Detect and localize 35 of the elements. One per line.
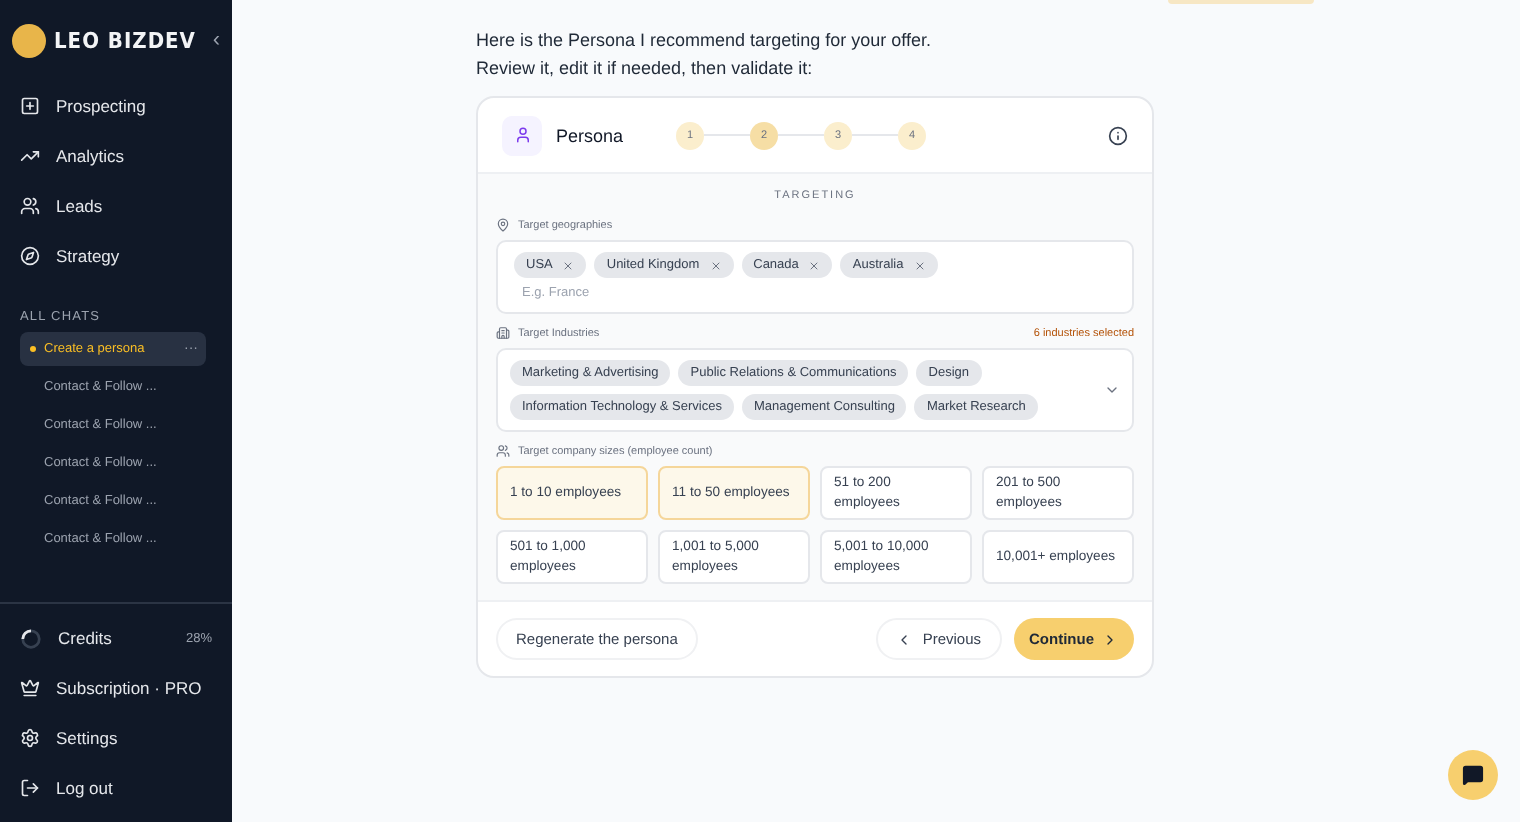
crown-icon <box>20 678 40 698</box>
nav-item[interactable]: Strategy <box>0 234 232 278</box>
compass-icon <box>20 246 40 266</box>
chat-button[interactable] <box>1448 750 1498 800</box>
avatar <box>12 23 46 57</box>
logout-icon <box>20 778 40 798</box>
building-icon <box>496 326 510 340</box>
pin-icon <box>496 218 510 232</box>
settings-icon <box>20 728 40 748</box>
users-icon <box>496 444 510 458</box>
nav-item[interactable]: Leads <box>0 184 232 228</box>
remove-icon[interactable] <box>562 259 575 271</box>
info-icon[interactable] <box>1108 125 1128 145</box>
message-text: Here is the Persona I recommend targeting for your offer. <box>476 28 931 54</box>
remove-icon[interactable] <box>709 259 722 271</box>
nav-item[interactable]: Log out <box>0 766 232 810</box>
message-text: Review it, edit it if needed, then validate it: <box>476 56 813 82</box>
chat-icon <box>1462 764 1484 786</box>
card-title: Persona <box>556 125 626 145</box>
nav-item[interactable]: Subscription · PRO <box>0 666 232 710</box>
collapse-button[interactable]: ‹ <box>212 28 220 52</box>
active-dot <box>30 346 36 352</box>
trend-icon <box>20 146 40 166</box>
nav-item[interactable]: Prospecting <box>0 84 232 128</box>
remove-icon[interactable] <box>913 259 926 271</box>
remove-icon[interactable] <box>808 259 821 271</box>
chevron-right-icon <box>1102 631 1118 647</box>
ring-icon <box>20 627 42 649</box>
plus-square-icon <box>20 96 40 116</box>
brand-logo: LEO BIZDEV <box>54 27 196 53</box>
chevron-down-icon[interactable] <box>1104 382 1120 398</box>
nav-item[interactable]: Analytics <box>0 134 232 178</box>
user-icon <box>502 115 542 155</box>
users-icon <box>20 196 40 216</box>
nav-item[interactable]: Settings <box>0 716 232 760</box>
